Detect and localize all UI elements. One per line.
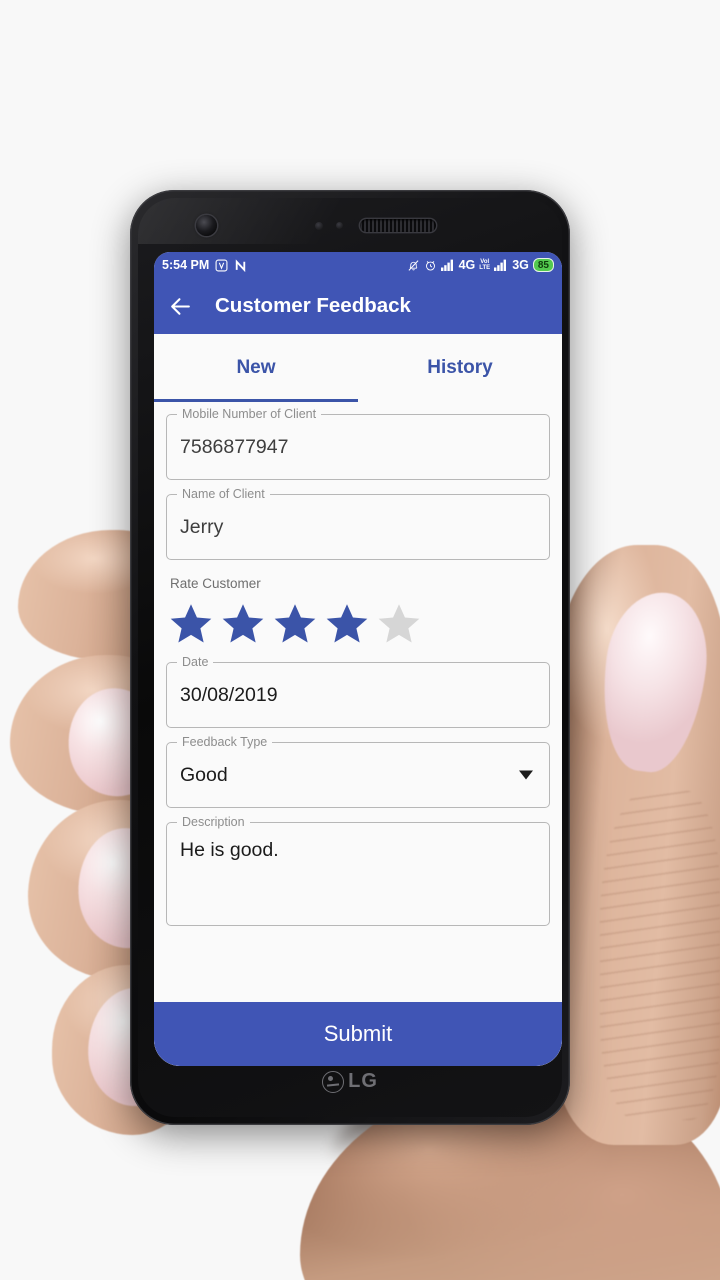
submit-button[interactable]: Submit	[154, 1002, 562, 1066]
mobile-number-field[interactable]: Mobile Number of Client 7586877947	[166, 407, 550, 480]
proximity-sensor-icon	[315, 222, 323, 230]
status-bar-clock: 5:54 PM	[162, 258, 210, 272]
app-badge-icon	[215, 259, 228, 272]
date-value: 30/08/2019	[180, 683, 278, 706]
mobile-number-label: Mobile Number of Client	[177, 407, 322, 421]
client-name-field[interactable]: Name of Client Jerry	[166, 487, 550, 560]
volte-line-2: LTE	[479, 265, 491, 271]
tab-new-label: New	[236, 357, 276, 378]
phone-screen: 5:54 PM 4G Vol LTE 3G 85 Customer Feedba…	[154, 252, 562, 1066]
tab-new[interactable]: New	[154, 334, 358, 402]
tab-history[interactable]: History	[358, 334, 562, 402]
arrow-left-icon[interactable]	[168, 294, 193, 319]
bell-off-icon	[407, 259, 420, 272]
phone-device: LG 5:54 PM 4G Vol LTE 3G 85 Customer Fee…	[130, 190, 570, 1125]
earpiece-speaker	[360, 219, 436, 232]
network-type-secondary: 3G	[512, 258, 529, 272]
date-label: Date	[177, 655, 214, 669]
app-n-icon	[234, 258, 247, 272]
date-field[interactable]: Date 30/08/2019	[166, 655, 550, 728]
device-brand-label: LG	[348, 1070, 378, 1092]
star-icon-3[interactable]	[272, 600, 318, 646]
lg-mark-icon	[322, 1070, 345, 1093]
rating-stars[interactable]	[168, 600, 548, 646]
feedback-type-select[interactable]: Feedback Type Good	[166, 735, 550, 808]
volte-icon: Vol LTE	[479, 259, 490, 271]
feedback-form: Mobile Number of Client 7586877947 Name …	[154, 402, 562, 1066]
caret-down-icon[interactable]	[519, 770, 533, 780]
star-icon-4[interactable]	[324, 600, 370, 646]
tab-bar: New History	[154, 334, 562, 402]
tab-history-label: History	[427, 357, 493, 378]
app-bar: Customer Feedback	[154, 278, 562, 334]
page-title: Customer Feedback	[215, 294, 411, 317]
rate-customer-block: Rate Customer	[166, 574, 550, 654]
description-field[interactable]: Description He is good.	[166, 815, 550, 926]
network-type-primary: 4G	[458, 258, 476, 272]
device-brand-logo: LG	[138, 1070, 562, 1093]
phone-front-glass: LG 5:54 PM 4G Vol LTE 3G 85 Customer Fee…	[138, 198, 562, 1117]
star-icon-1[interactable]	[168, 600, 214, 646]
feedback-type-value: Good	[180, 763, 228, 786]
feedback-type-label: Feedback Type	[177, 735, 273, 749]
star-icon-5[interactable]	[376, 600, 422, 646]
signal-bars-icon	[440, 259, 455, 271]
alarm-clock-icon	[424, 259, 437, 272]
client-name-value: Jerry	[180, 515, 224, 538]
status-bar: 5:54 PM 4G Vol LTE 3G 85	[154, 252, 562, 278]
star-icon-2[interactable]	[220, 600, 266, 646]
description-label: Description	[177, 815, 250, 829]
submit-button-label: Submit	[323, 1021, 393, 1046]
rate-customer-label: Rate Customer	[170, 576, 261, 591]
thumb-skin-creases	[600, 790, 720, 1120]
mobile-number-value: 7586877947	[180, 435, 289, 458]
description-value: He is good.	[180, 839, 279, 861]
battery-badge: 85	[532, 258, 554, 272]
client-name-label: Name of Client	[177, 487, 270, 501]
signal-bars-icon	[494, 259, 508, 271]
front-camera-icon	[196, 215, 217, 236]
light-sensor-icon	[336, 222, 343, 229]
